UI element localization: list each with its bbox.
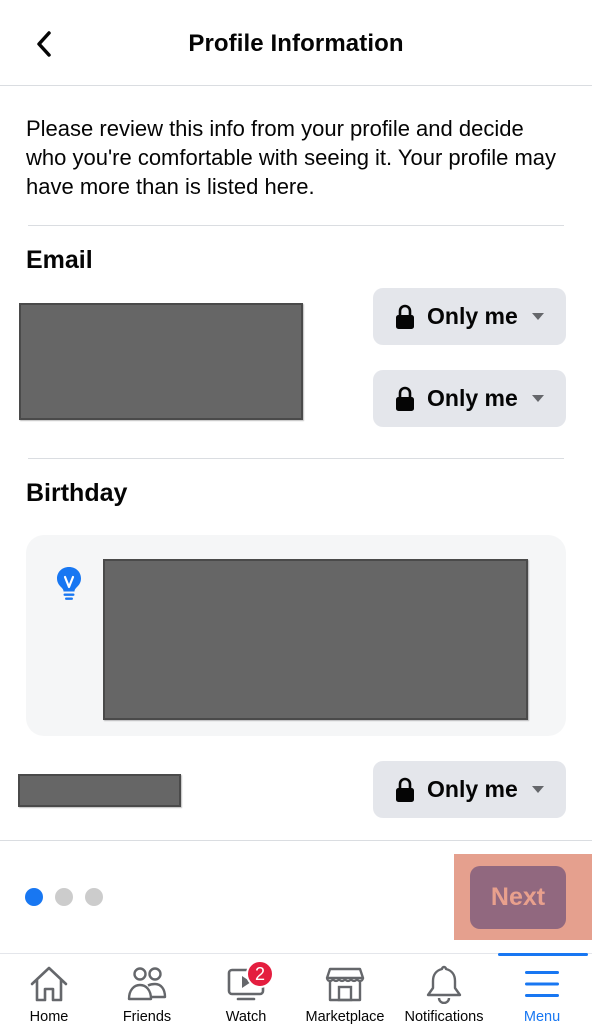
pagination-dot (55, 888, 73, 906)
tab-label: Notifications (404, 1009, 484, 1024)
intro-text: Please review this info from your profil… (26, 116, 557, 199)
caret-down-icon (532, 395, 544, 402)
bottom-tab-bar: Home Friends 2 Watch Marketplace Notific… (0, 953, 592, 1024)
tab-friends[interactable]: Friends (115, 954, 179, 1024)
bell-icon (426, 965, 462, 1004)
tab-label: Watch (225, 1009, 267, 1024)
lock-icon (396, 777, 414, 802)
caret-down-icon (532, 313, 544, 320)
home-icon (30, 966, 68, 1002)
tab-marketplace[interactable]: Marketplace (300, 954, 390, 1024)
redacted-email-values (19, 303, 303, 420)
tab-menu[interactable]: Menu (512, 954, 572, 1024)
pagination-dot-active (25, 888, 43, 906)
redacted-birthday-tip (103, 559, 528, 720)
divider (28, 225, 564, 226)
menu-icon (525, 971, 559, 997)
caret-down-icon (532, 786, 544, 793)
lock-icon (396, 304, 414, 329)
tab-label: Marketplace (305, 1009, 385, 1024)
tab-label: Friends (122, 1009, 172, 1024)
privacy-label: Only me (427, 776, 518, 802)
birthday-privacy-button[interactable]: Only me (373, 761, 566, 818)
privacy-label: Only me (427, 385, 518, 411)
lock-icon (396, 386, 414, 411)
divider (0, 840, 592, 841)
marketplace-icon (325, 967, 365, 1002)
tab-watch[interactable]: 2 Watch (216, 954, 276, 1024)
header: Profile Information (0, 0, 592, 86)
tab-label: Home (29, 1009, 69, 1024)
tab-notifications[interactable]: Notifications (398, 954, 490, 1024)
email-privacy-button-1[interactable]: Only me (373, 288, 566, 345)
notification-badge: 2 (246, 960, 274, 988)
birthday-section-title: Birthday (26, 479, 128, 507)
pagination-dot (85, 888, 103, 906)
pagination-dots (25, 888, 103, 906)
friends-icon (127, 967, 167, 1001)
tab-label: Menu (523, 1009, 561, 1024)
email-section-title: Email (26, 246, 93, 274)
redacted-birthday-value (18, 774, 181, 807)
lightbulb-icon (57, 567, 81, 600)
tab-home[interactable]: Home (20, 954, 78, 1024)
privacy-label: Only me (427, 303, 518, 329)
page-title: Profile Information (188, 30, 404, 57)
next-button[interactable]: Next (470, 866, 566, 929)
divider (28, 458, 564, 459)
email-privacy-button-2[interactable]: Only me (373, 370, 566, 427)
